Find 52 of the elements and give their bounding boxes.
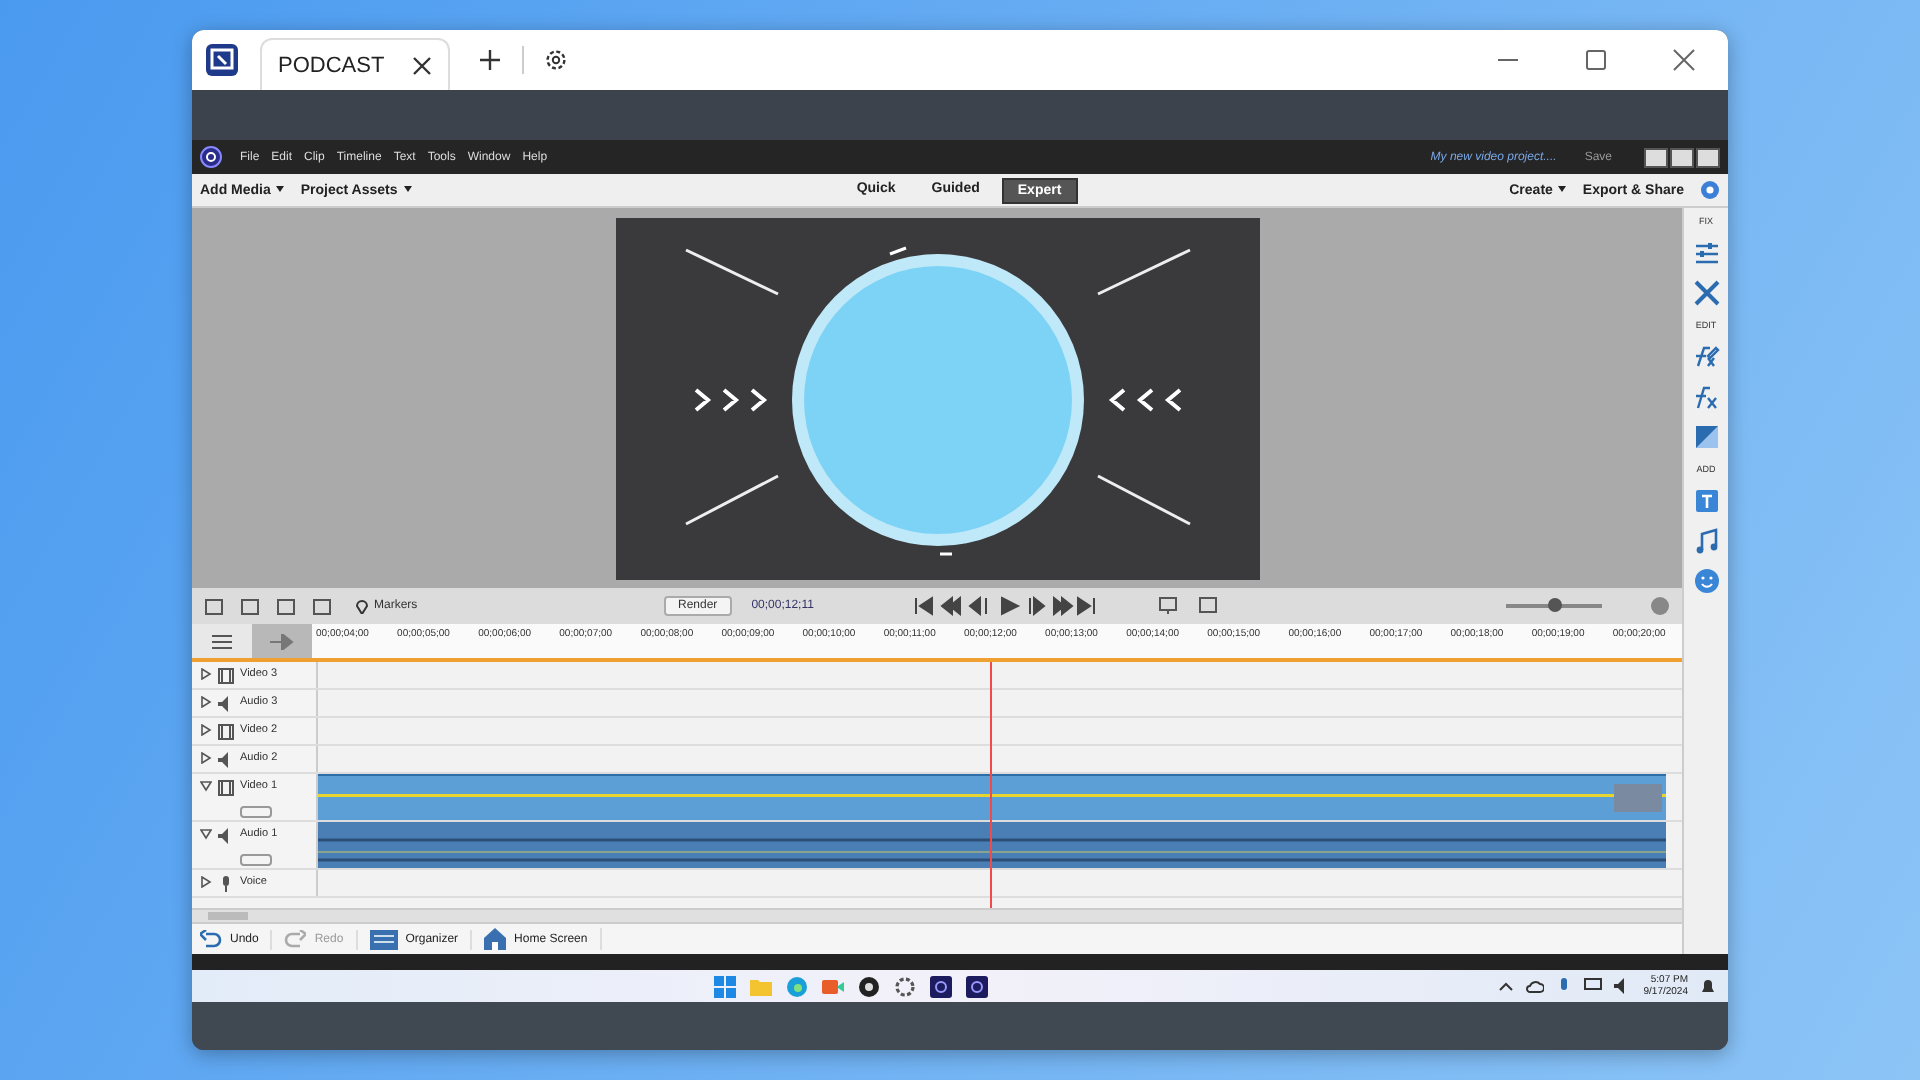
settings-icon[interactable]	[544, 48, 569, 72]
title-icon[interactable]	[1693, 488, 1719, 514]
transition-icon[interactable]	[1693, 424, 1719, 450]
track-control[interactable]	[240, 805, 272, 817]
app-icon[interactable]	[929, 975, 952, 997]
app-icon[interactable]	[204, 42, 240, 78]
disclosure-triangle-icon[interactable]	[200, 876, 212, 888]
horizontal-scrollbar[interactable]	[192, 908, 1682, 922]
disclosure-triangle-icon[interactable]	[200, 780, 212, 792]
disclosure-triangle-icon[interactable]	[200, 752, 212, 764]
video-clip[interactable]	[318, 774, 1666, 820]
window-controls[interactable]	[1644, 147, 1720, 167]
disclosure-triangle-icon[interactable]	[200, 668, 212, 680]
playback-controls-drawing[interactable]	[913, 596, 1098, 616]
video-camera-icon[interactable]	[821, 975, 844, 997]
microphone-icon[interactable]	[1555, 977, 1572, 995]
film-strip-icon	[369, 929, 398, 949]
fx-icon[interactable]	[1693, 384, 1719, 410]
close-icon[interactable]	[412, 55, 433, 75]
microphone-icon	[218, 876, 234, 892]
track-control[interactable]	[240, 853, 272, 865]
app-logo-icon	[200, 146, 222, 168]
cloud-icon[interactable]	[1525, 978, 1544, 994]
chevron-icon[interactable]	[1497, 978, 1514, 994]
track-settings-icon[interactable]	[212, 632, 232, 650]
speaker-icon	[218, 696, 234, 712]
sliders-icon[interactable]	[1693, 240, 1719, 266]
bell-icon[interactable]	[1700, 977, 1716, 995]
undo-icon	[200, 929, 222, 949]
speaker-icon	[218, 752, 234, 768]
fx-pen-icon[interactable]	[1693, 344, 1719, 370]
speaker-icon	[218, 828, 234, 844]
disclosure-triangle-icon[interactable]	[200, 724, 212, 736]
disclosure-triangle-icon[interactable]	[200, 696, 212, 708]
redo-icon	[284, 929, 307, 949]
browser-icon[interactable]	[785, 975, 808, 997]
settings-icon[interactable]	[893, 975, 916, 997]
pin-icon	[356, 599, 368, 613]
monitor-icon[interactable]	[1583, 978, 1602, 994]
monitor-icon[interactable]	[1157, 596, 1178, 616]
app-icon[interactable]	[965, 975, 988, 997]
smiley-icon[interactable]	[1693, 568, 1719, 594]
music-icon[interactable]	[1693, 528, 1719, 554]
maximize-icon[interactable]	[1584, 48, 1608, 72]
start-icon[interactable]	[713, 975, 736, 997]
plus-icon[interactable]	[478, 48, 503, 72]
disclosure-triangle-icon[interactable]	[200, 828, 212, 840]
audio-clip[interactable]	[318, 822, 1666, 868]
clip-thumbnail	[1614, 784, 1662, 812]
slider-thumb[interactable]	[1548, 598, 1562, 612]
close-icon[interactable]	[1672, 48, 1696, 72]
aperture-icon[interactable]	[857, 975, 880, 997]
